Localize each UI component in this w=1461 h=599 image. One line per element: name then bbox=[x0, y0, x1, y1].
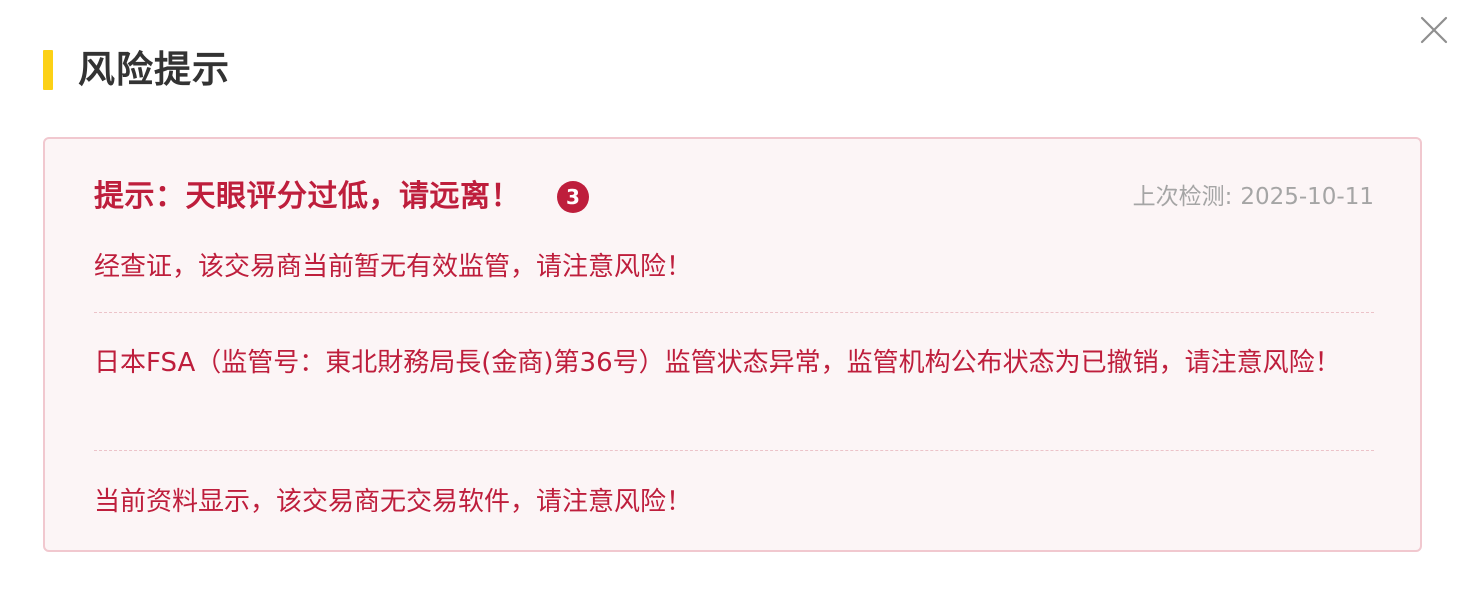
page-title: 风险提示 bbox=[78, 48, 230, 91]
close-icon bbox=[1420, 16, 1448, 44]
title-row: 风险提示 bbox=[43, 48, 230, 92]
last-check-date: 2025-10-11 bbox=[1240, 184, 1374, 210]
risk-card: 提示：天眼评分过低，请远离！ 3 上次检测: 2025-10-11 经查证，该交… bbox=[43, 137, 1422, 552]
last-check-label: 上次检测: bbox=[1132, 184, 1233, 210]
risk-headline: 提示：天眼评分过低，请远离！ bbox=[94, 179, 521, 214]
risk-count-badge: 3 bbox=[557, 181, 589, 213]
divider bbox=[94, 450, 1374, 451]
risk-card-header: 提示：天眼评分过低，请远离！ 3 上次检测: 2025-10-11 bbox=[94, 175, 1374, 219]
risk-message: 当前资料显示，该交易商无交易软件，请注意风险！ bbox=[94, 487, 693, 517]
risk-message: 经查证，该交易商当前暂无有效监管，请注意风险！ bbox=[94, 252, 693, 282]
last-check: 上次检测: 2025-10-11 bbox=[1133, 175, 1374, 219]
title-accent-bar bbox=[43, 50, 53, 90]
risk-dialog: 风险提示 提示：天眼评分过低，请远离！ 3 上次检测: 2025-10-11 经… bbox=[0, 0, 1461, 599]
close-button[interactable] bbox=[1416, 12, 1452, 48]
risk-message: 日本FSA（监管号：東北財務局長(金商)第36号）监管状态异常，监管机构公布状态… bbox=[94, 348, 1341, 378]
divider bbox=[94, 312, 1374, 313]
